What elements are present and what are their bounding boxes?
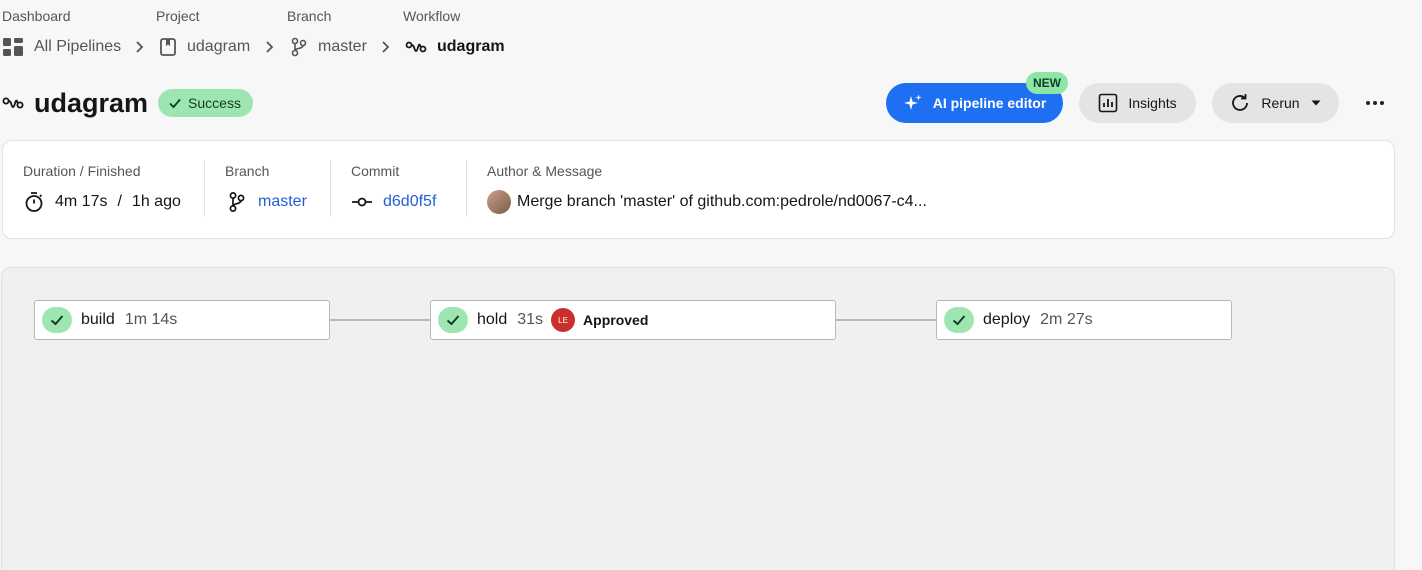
status-badge: Success — [158, 89, 253, 117]
job-duration: 1m 14s — [124, 311, 178, 328]
duration-value: 4m 17s / 1h ago — [23, 189, 181, 215]
more-options-button[interactable] — [1360, 90, 1390, 116]
finished-text: 1h ago — [131, 193, 181, 210]
job-build[interactable]: build 1m 14s — [34, 300, 330, 340]
dot-icon — [1373, 101, 1377, 105]
chevron-right-icon — [266, 41, 274, 53]
rerun-button[interactable]: Rerun — [1212, 83, 1339, 123]
approver-avatar: LE — [551, 308, 576, 332]
project-bookmark-icon — [160, 38, 176, 56]
ai-pipeline-editor-label: AI pipeline editor — [932, 95, 1047, 111]
divider — [466, 160, 467, 217]
breadcrumb-workflow-label: udagram — [437, 38, 505, 55]
branch-icon — [229, 192, 245, 212]
check-icon — [446, 315, 460, 326]
caret-down-icon — [1311, 100, 1321, 106]
breadcrumb-workflow: udagram — [405, 36, 505, 58]
chevron-right-icon — [382, 41, 390, 53]
duration-text: 4m 17s — [55, 193, 108, 210]
check-icon — [169, 98, 181, 109]
breadcrumb-all-pipelines-label: All Pipelines — [34, 38, 122, 55]
insights-button[interactable]: Insights — [1079, 83, 1196, 123]
breadcrumb-label-project: Project — [156, 8, 200, 24]
job-deploy[interactable]: deploy 2m 27s — [936, 300, 1232, 340]
page-header: udagram Success — [2, 84, 253, 122]
refresh-icon — [1232, 94, 1249, 111]
job-connector — [329, 319, 430, 321]
divider — [330, 160, 331, 217]
job-name: deploy — [983, 311, 1031, 328]
author-avatar — [487, 190, 511, 214]
job-duration: 31s — [517, 311, 544, 328]
duration-label: Duration / Finished — [23, 163, 141, 179]
bar-chart-icon — [1099, 93, 1118, 113]
job-success-indicator — [42, 307, 72, 333]
page-title: udagram — [34, 87, 149, 118]
job-duration: 2m 27s — [1040, 311, 1093, 328]
dot-icon — [1380, 101, 1384, 105]
breadcrumb-branch-label: master — [318, 38, 367, 55]
branch-value: master — [227, 189, 307, 215]
dot-icon — [1366, 101, 1370, 105]
job-hold[interactable]: hold 31s LE Approved — [430, 300, 836, 340]
approval-status: Approved — [583, 312, 649, 328]
commit-value: d6d0f5f — [351, 189, 436, 215]
breadcrumb-all-pipelines[interactable]: All Pipelines — [2, 36, 121, 58]
insights-label: Insights — [1128, 95, 1177, 111]
breadcrumb-project[interactable]: udagram — [159, 36, 250, 58]
chevron-right-icon — [136, 41, 144, 53]
status-badge-label: Success — [188, 95, 241, 111]
job-success-indicator — [438, 307, 468, 333]
author-message-label: Author & Message — [487, 163, 603, 179]
job-name: build — [81, 311, 115, 328]
job-connector — [835, 319, 936, 321]
duration-separator: / — [117, 193, 122, 210]
author-message-value: Merge branch 'master' of github.com:pedr… — [487, 189, 927, 215]
divider — [204, 160, 205, 217]
breadcrumb-label-dashboard: Dashboard — [2, 8, 71, 24]
commit-message: Merge branch 'master' of github.com:pedr… — [517, 193, 927, 210]
check-icon — [952, 315, 966, 326]
branch-label: Branch — [225, 163, 270, 179]
new-badge: NEW — [1026, 72, 1068, 94]
breadcrumb-branch[interactable]: master — [290, 36, 367, 58]
workflow-icon — [405, 41, 427, 53]
job-name: hold — [477, 311, 508, 328]
branch-icon — [291, 37, 307, 57]
stopwatch-icon — [25, 192, 43, 212]
commit-icon — [352, 197, 372, 207]
commit-label: Commit — [351, 163, 400, 179]
pipeline-info-card: Duration / Finished 4m 17s / 1h ago Bran… — [2, 140, 1395, 239]
rerun-label: Rerun — [1261, 95, 1300, 111]
breadcrumb-label-workflow: Workflow — [403, 8, 461, 24]
commit-link[interactable]: d6d0f5f — [383, 193, 436, 211]
breadcrumb-label-branch: Branch — [287, 8, 332, 24]
sparkle-icon — [903, 94, 922, 110]
check-icon — [50, 315, 64, 326]
job-success-indicator — [944, 307, 974, 333]
dashboard-grid-icon — [3, 38, 23, 56]
workflow-icon — [2, 97, 24, 109]
branch-link[interactable]: master — [258, 193, 307, 211]
breadcrumb-project-label: udagram — [187, 38, 251, 55]
